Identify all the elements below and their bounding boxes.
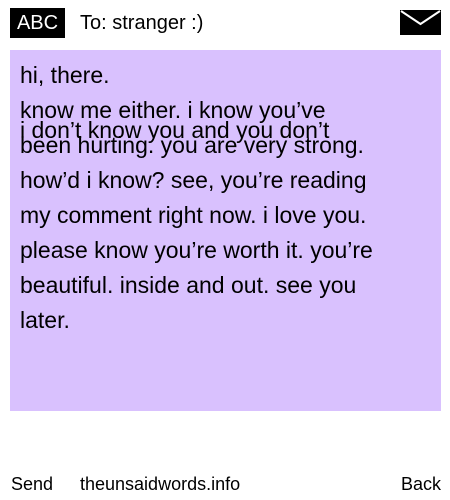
message-overlap-line: i don’t know you and you don’t <box>20 117 330 143</box>
site-link[interactable]: theunsaidwords.info <box>80 472 240 496</box>
abc-badge: ABC <box>10 8 65 38</box>
envelope-icon <box>400 10 441 35</box>
recipient-label: To: stranger :) <box>80 12 204 34</box>
message-header: ABC To: stranger :) <box>0 0 450 46</box>
send-button[interactable]: Send <box>11 472 53 496</box>
message-text: hi, there. know me either. i know you’ve… <box>20 62 373 333</box>
back-button[interactable]: Back <box>401 472 441 496</box>
message-body: hi, there. know me either. i know you’ve… <box>10 50 441 411</box>
